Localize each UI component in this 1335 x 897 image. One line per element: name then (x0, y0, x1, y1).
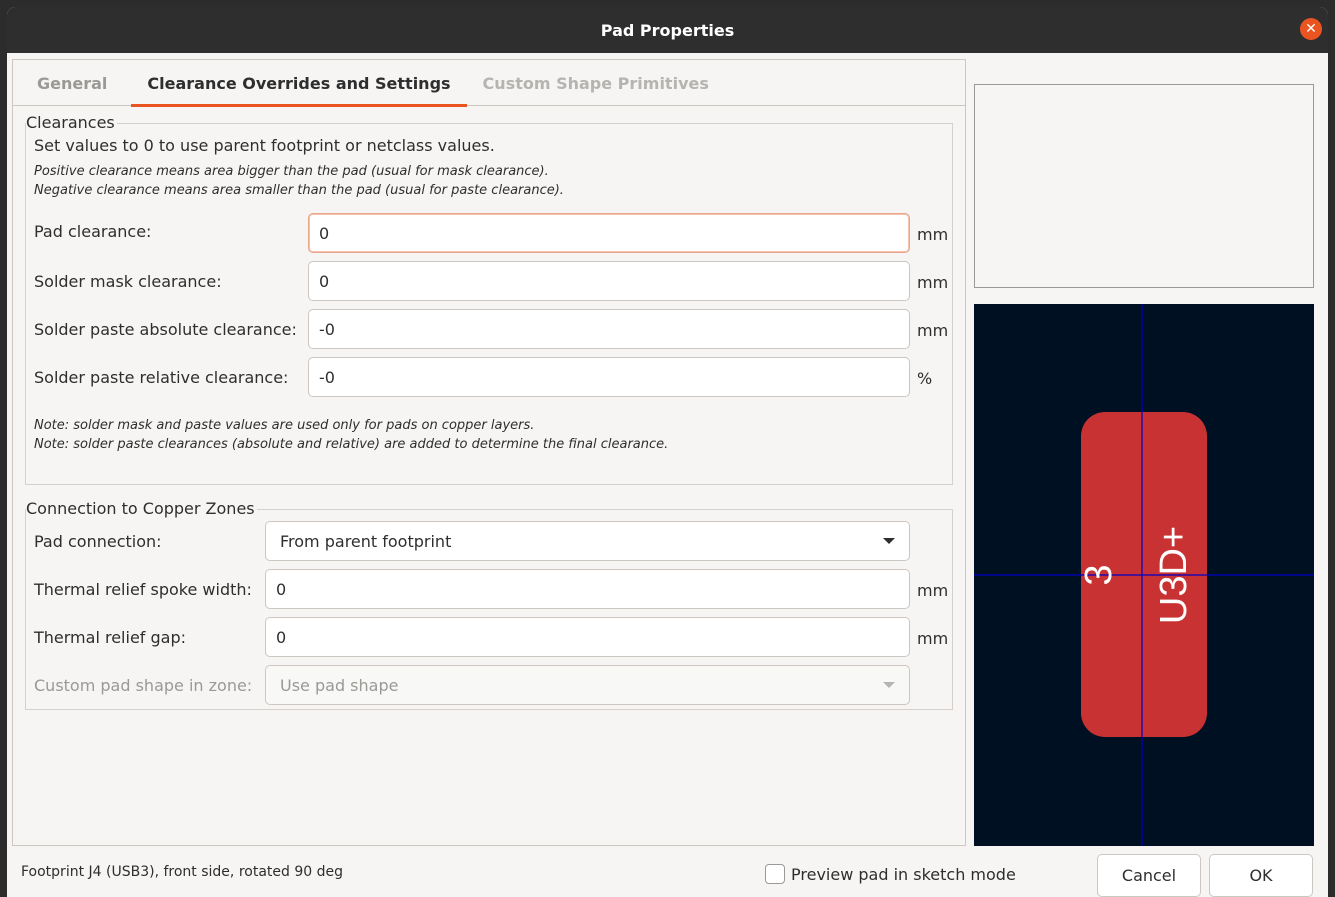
solder-paste-relative-unit: % (917, 369, 933, 388)
relief-gap-label: Thermal relief gap: (34, 628, 187, 647)
clearances-group-title: Clearances (26, 113, 117, 132)
chevron-down-icon (883, 682, 895, 688)
copper-zones-group-title: Connection to Copper Zones (26, 499, 257, 518)
sketch-mode-label[interactable]: Preview pad in sketch mode (791, 865, 1016, 884)
pad-number-text: 3 (1078, 564, 1120, 585)
close-icon[interactable]: ✕ (1300, 18, 1322, 40)
pad-properties-dialog: Pad Properties ✕ General Clearance Overr… (7, 7, 1328, 897)
paste-clearance-note: Note: solder paste clearances (absolute … (34, 437, 669, 452)
spoke-width-input[interactable]: 0 (265, 569, 910, 609)
spoke-width-label: Thermal relief spoke width: (34, 580, 252, 599)
tab-general[interactable]: General (13, 60, 131, 106)
negative-clearance-note: Negative clearance means area smaller th… (34, 183, 564, 198)
window-title: Pad Properties (600, 20, 735, 40)
cancel-button[interactable]: Cancel (1097, 854, 1201, 897)
pad-connection-dropdown[interactable]: From parent footprint (265, 521, 910, 561)
solder-mask-clearance-label: Solder mask clearance: (34, 272, 222, 291)
spoke-width-unit: mm (917, 581, 949, 600)
preview-info-panel (974, 84, 1314, 288)
solder-paste-relative-label: Solder paste relative clearance: (34, 368, 289, 387)
relief-gap-unit: mm (917, 629, 949, 648)
net-name-text: U3D+ (1153, 526, 1195, 624)
solder-paste-relative-input[interactable]: -0 (308, 357, 910, 397)
footprint-status: Footprint J4 (USB3), front side, rotated… (21, 864, 343, 880)
solder-mask-clearance-unit: mm (917, 273, 949, 292)
copper-zones-group: Connection to Copper Zones Pad connectio… (25, 500, 953, 710)
pad-connection-value: From parent footprint (280, 531, 452, 551)
pad-clearance-unit: mm (917, 225, 949, 244)
pad-preview-canvas[interactable]: 3 U3D+ (974, 304, 1314, 846)
tab-clearance-overrides[interactable]: Clearance Overrides and Settings (131, 60, 467, 107)
custom-shape-value: Use pad shape (280, 675, 399, 695)
chevron-down-icon (883, 538, 895, 544)
pad-connection-label: Pad connection: (34, 532, 162, 551)
pad-clearance-input[interactable]: 0 (308, 213, 910, 253)
positive-clearance-note: Positive clearance means area bigger tha… (34, 164, 549, 179)
settings-notebook: General Clearance Overrides and Settings… (12, 59, 966, 846)
relief-gap-input[interactable]: 0 (265, 617, 910, 657)
solder-paste-absolute-label: Solder paste absolute clearance: (34, 320, 297, 339)
pad-preview-svg: 3 U3D+ (974, 304, 1314, 846)
mask-paste-note: Note: solder mask and paste values are u… (34, 418, 535, 433)
custom-shape-dropdown: Use pad shape (265, 665, 910, 705)
clearances-group: Clearances Set values to 0 to use parent… (25, 114, 953, 485)
title-bar: Pad Properties ✕ (7, 7, 1328, 53)
solder-paste-absolute-input[interactable]: -0 (308, 309, 910, 349)
pad-clearance-label: Pad clearance: (34, 222, 152, 241)
solder-paste-absolute-unit: mm (917, 321, 949, 340)
tab-bar: General Clearance Overrides and Settings… (13, 60, 965, 107)
tab-custom-shape-primitives: Custom Shape Primitives (482, 73, 709, 93)
custom-shape-label: Custom pad shape in zone: (34, 676, 253, 695)
ok-button[interactable]: OK (1209, 854, 1313, 897)
clearances-intro: Set values to 0 to use parent footprint … (34, 136, 495, 155)
solder-mask-clearance-input[interactable]: 0 (308, 261, 910, 301)
checkbox-box[interactable] (765, 864, 785, 884)
sketch-mode-checkbox[interactable]: Preview pad in sketch mode (765, 864, 1016, 884)
